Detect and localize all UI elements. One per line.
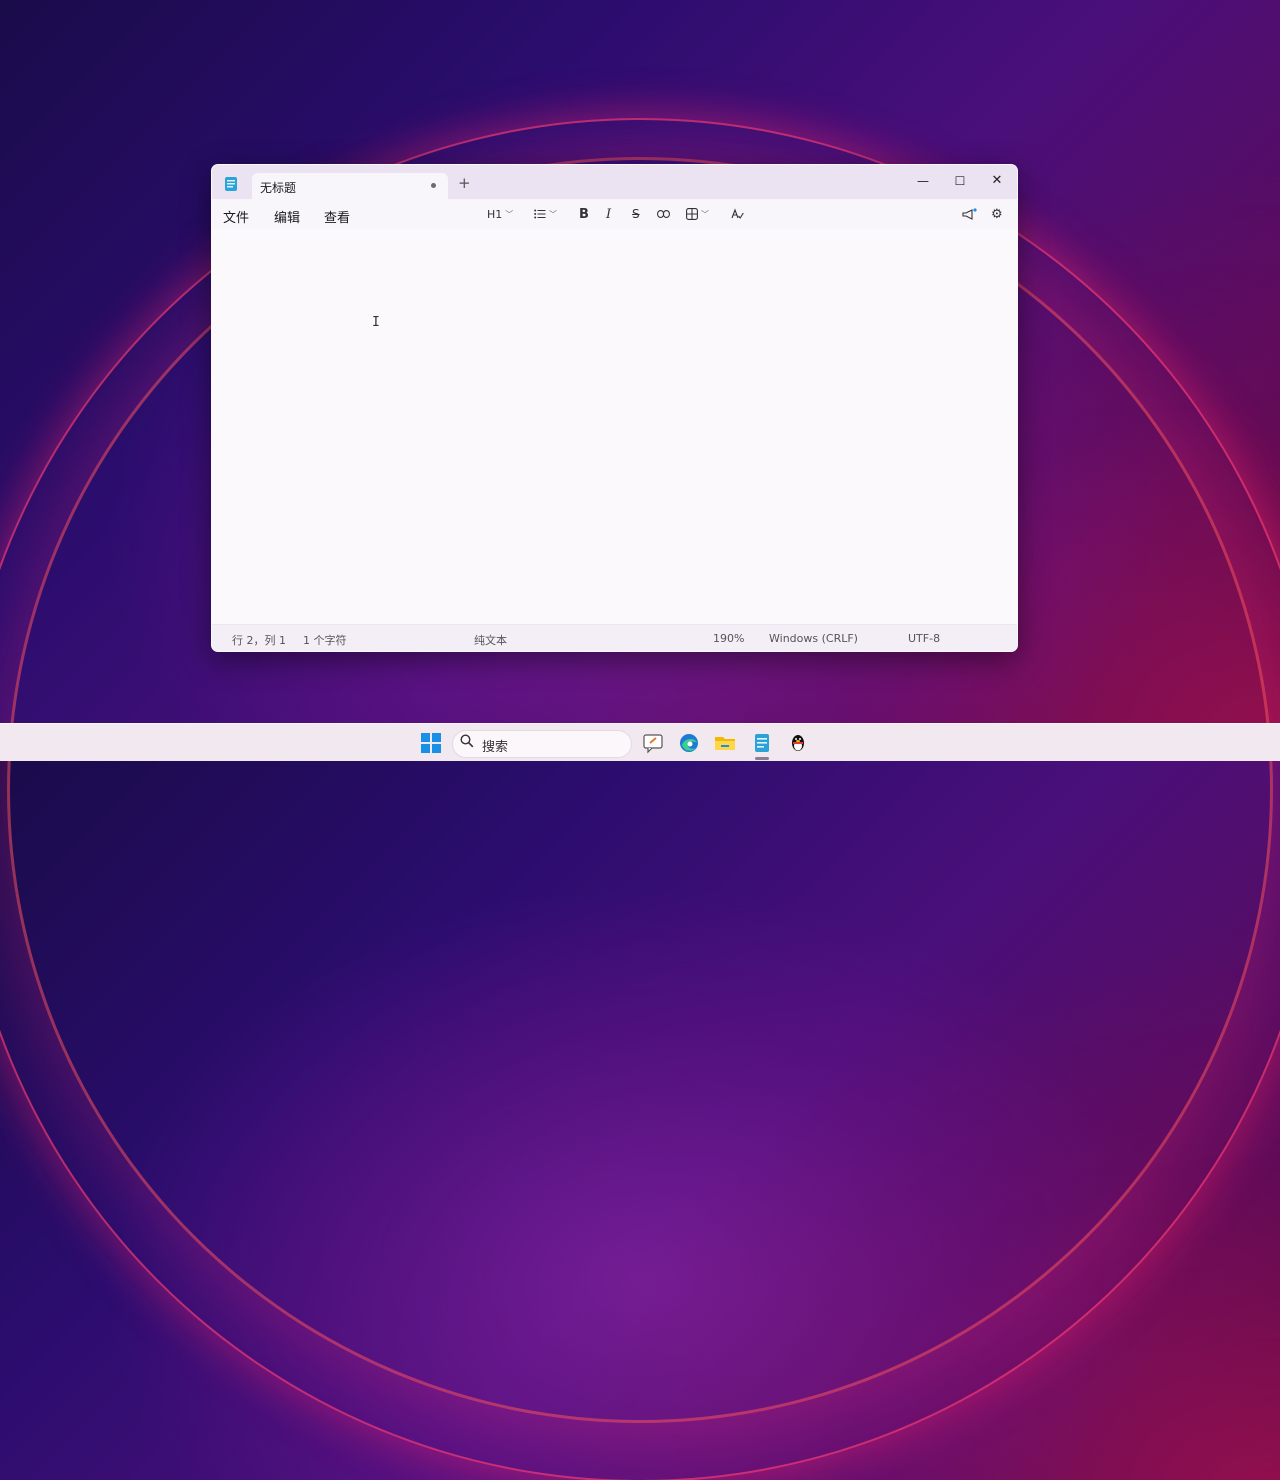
chevron-down-icon: ﹀ bbox=[549, 209, 557, 219]
menu-bar: 文件 编辑 查看 H1 ﹀ ﹀ B I S ﹀ ⚙ bbox=[212, 199, 1017, 229]
start-button[interactable] bbox=[421, 733, 441, 753]
notepad-window: 无标题 + — ☐ ✕ 文件 编辑 查看 H1 ﹀ ﹀ B I S ﹀ ⚙ I … bbox=[211, 164, 1018, 652]
gear-icon: ⚙ bbox=[991, 206, 1003, 222]
link-icon bbox=[657, 210, 670, 218]
search-icon bbox=[460, 734, 474, 752]
bullet-list-icon bbox=[534, 209, 546, 219]
menu-file[interactable]: 文件 bbox=[223, 207, 249, 226]
encoding[interactable]: UTF-8 bbox=[908, 632, 940, 645]
cursor-position: 行 2，列 1 bbox=[232, 634, 286, 647]
text-cursor-icon: I bbox=[372, 315, 380, 330]
tab-untitled[interactable]: 无标题 bbox=[252, 173, 448, 199]
chevron-down-icon: ﹀ bbox=[505, 209, 514, 219]
text-format[interactable]: 纯文本 bbox=[474, 632, 507, 648]
table-icon bbox=[686, 208, 698, 220]
italic-button[interactable]: I bbox=[606, 205, 611, 223]
zoom-level[interactable]: 190% bbox=[713, 632, 744, 645]
megaphone-icon bbox=[962, 207, 977, 220]
notepad-app-icon bbox=[225, 177, 237, 191]
bold-button[interactable]: B bbox=[579, 205, 589, 223]
windows-logo-icon bbox=[421, 733, 430, 742]
text-editor[interactable]: I bbox=[212, 229, 1017, 625]
minimize-button[interactable]: — bbox=[910, 170, 936, 192]
menu-view[interactable]: 查看 bbox=[324, 207, 350, 226]
file-explorer-icon[interactable] bbox=[714, 732, 736, 754]
whats-new-button[interactable] bbox=[962, 205, 977, 223]
unsaved-indicator-icon[interactable] bbox=[431, 183, 436, 188]
search-placeholder: 搜索 bbox=[482, 740, 509, 755]
menu-edit[interactable]: 编辑 bbox=[274, 207, 300, 226]
character-count: 1 个字符 bbox=[303, 634, 347, 647]
line-ending[interactable]: Windows (CRLF) bbox=[769, 632, 858, 645]
heading-label: H1 bbox=[487, 207, 503, 221]
new-tab-button[interactable]: + bbox=[458, 176, 471, 191]
qq-icon[interactable] bbox=[787, 732, 809, 754]
close-button[interactable]: ✕ bbox=[984, 170, 1010, 192]
maximize-button[interactable]: ☐ bbox=[947, 170, 973, 192]
link-button[interactable] bbox=[657, 205, 670, 223]
spellcheck-button[interactable] bbox=[731, 205, 744, 223]
heading-dropdown[interactable]: H1 ﹀ bbox=[487, 205, 513, 223]
strikethrough-button[interactable]: S bbox=[632, 205, 640, 223]
tab-title: 无标题 bbox=[260, 181, 297, 195]
notepad-icon[interactable] bbox=[751, 732, 773, 754]
spellcheck-icon bbox=[731, 208, 744, 219]
status-bar: 行 2，列 1 1 个字符 纯文本 190% Windows (CRLF) UT… bbox=[212, 624, 1017, 651]
table-dropdown[interactable]: ﹀ bbox=[686, 205, 709, 223]
chevron-down-icon: ﹀ bbox=[701, 209, 709, 219]
taskbar-search[interactable]: 搜索 bbox=[452, 730, 632, 758]
chat-icon[interactable] bbox=[642, 732, 664, 754]
edge-icon[interactable] bbox=[678, 732, 700, 754]
title-bar[interactable]: 无标题 + — ☐ ✕ bbox=[212, 165, 1017, 199]
settings-button[interactable]: ⚙ bbox=[991, 205, 1003, 223]
taskbar: 搜索 bbox=[0, 723, 1280, 761]
list-dropdown[interactable]: ﹀ bbox=[534, 205, 557, 223]
